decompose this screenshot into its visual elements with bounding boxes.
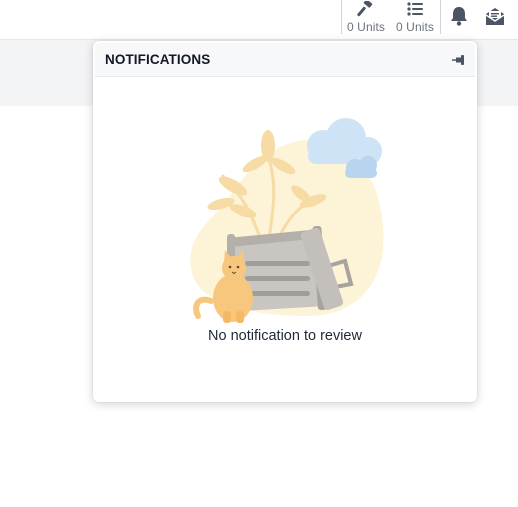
envelope-open-icon: [485, 8, 505, 25]
units-counter-gavel[interactable]: 0 Units: [342, 0, 390, 36]
notifications-panel: NOTIFICATIONS No notification to review: [93, 41, 477, 402]
notifications-header: NOTIFICATIONS: [95, 43, 475, 77]
list-icon: [407, 2, 423, 16]
divider: [440, 0, 441, 34]
top-bar: 0 Units 0 Units: [0, 0, 518, 40]
units-counter-label: 0 Units: [346, 20, 386, 34]
notifications-button[interactable]: [446, 3, 472, 29]
empty-trash-cat-illustration: [190, 118, 384, 323]
inbox-button[interactable]: [482, 3, 508, 29]
units-counter-label: 0 Units: [395, 20, 435, 34]
empty-state-message: No notification to review: [208, 328, 362, 344]
notifications-title: NOTIFICATIONS: [105, 52, 211, 67]
pin-icon[interactable]: [451, 51, 469, 69]
gavel-icon: [357, 1, 373, 17]
units-counter-list[interactable]: 0 Units: [391, 0, 439, 36]
bell-icon: [451, 7, 467, 26]
divider: [341, 0, 342, 34]
